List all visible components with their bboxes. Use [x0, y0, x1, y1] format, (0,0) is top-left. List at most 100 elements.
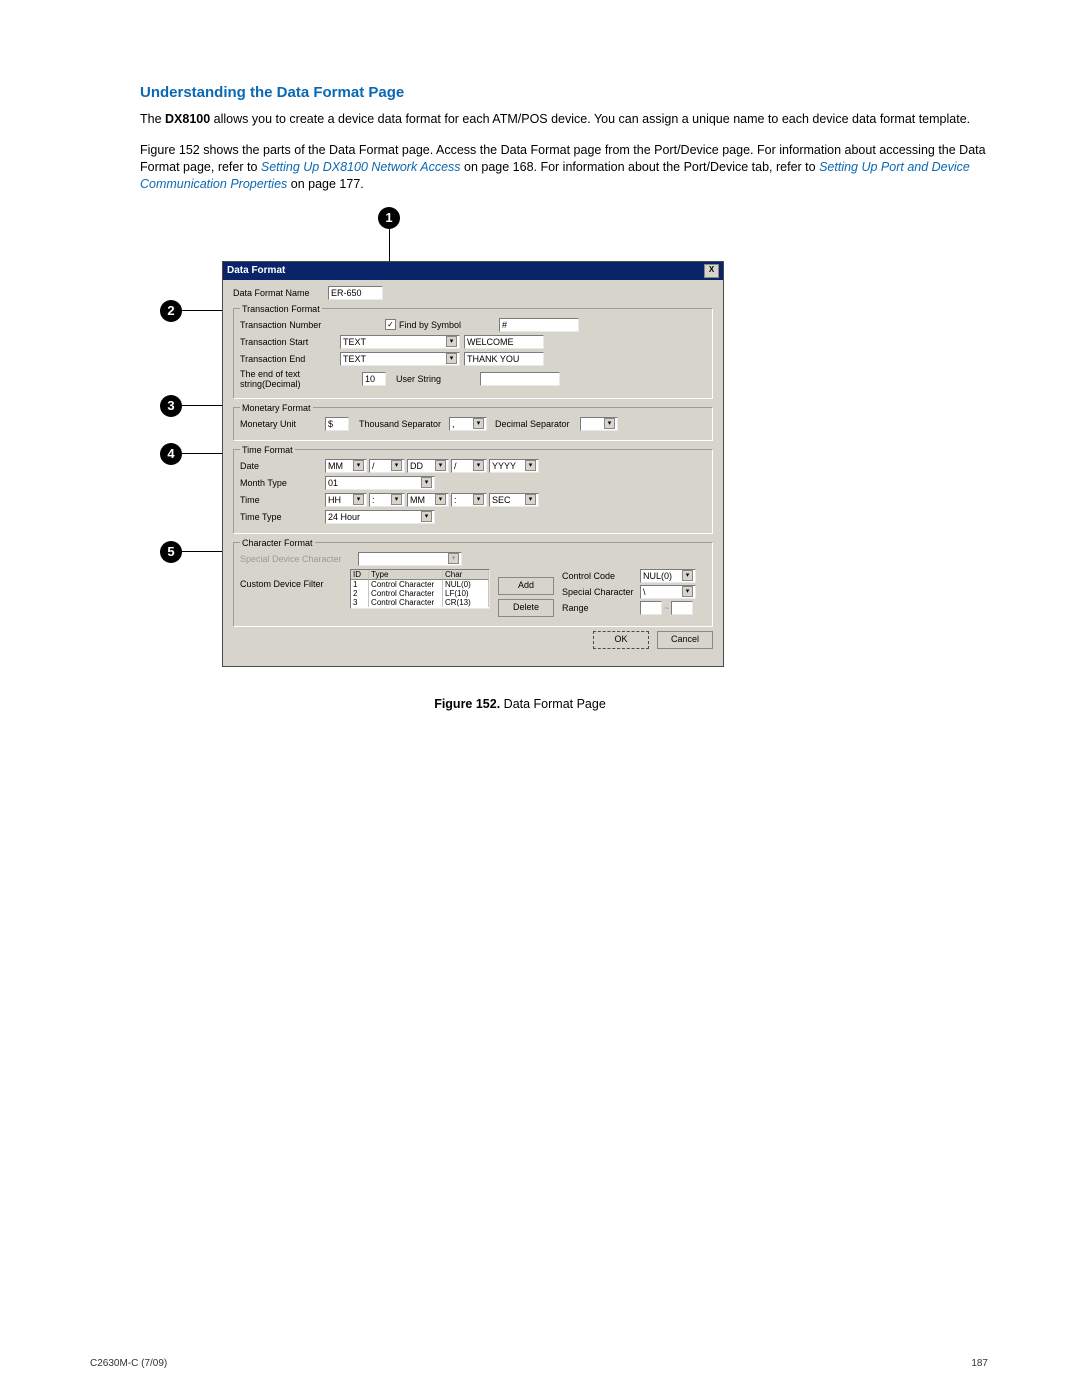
thousand-separator-label: Thousand Separator [359, 419, 449, 429]
transaction-number-label: Transaction Number [240, 320, 355, 330]
data-format-name-label: Data Format Name [233, 288, 328, 298]
transaction-format-group: Transaction Format Transaction Number ✓ … [233, 304, 713, 399]
transaction-start-combo[interactable]: TEXT▾ [340, 335, 460, 349]
date-label: Date [240, 461, 325, 471]
range-from-input [640, 601, 662, 615]
transaction-start-input[interactable]: WELCOME [464, 335, 544, 349]
chevron-down-icon: ▾ [421, 477, 432, 488]
chevron-down-icon: ▾ [353, 460, 364, 471]
callout-2: 2 [160, 300, 227, 322]
chevron-down-icon: ▾ [682, 586, 693, 597]
range-to-input [671, 601, 693, 615]
chevron-down-icon: ▾ [353, 494, 364, 505]
special-device-char-label: Special Device Character [240, 554, 358, 564]
para2-b: on page 168. For information about the P… [461, 160, 820, 174]
monetary-format-group: Monetary Format Monetary Unit $ Thousand… [233, 403, 713, 441]
page-footer: C2630M-C (7/09) 187 [90, 1358, 988, 1369]
time-label: Time [240, 495, 325, 505]
time-part1-combo[interactable]: HH▾ [325, 493, 367, 507]
find-by-symbol-label: Find by Symbol [399, 320, 499, 330]
para1-bold: DX8100 [165, 112, 210, 126]
add-button[interactable]: Add [498, 577, 554, 595]
callout-5-circle: 5 [160, 541, 182, 563]
month-type-label: Month Type [240, 478, 325, 488]
figure-caption-text: Data Format Page [500, 697, 606, 711]
paragraph-1: The DX8100 allows you to create a device… [140, 111, 988, 128]
custom-device-filter-label: Custom Device Filter [240, 569, 350, 589]
section-heading: Understanding the Data Format Page [140, 84, 988, 101]
transaction-end-input[interactable]: THANK YOU [464, 352, 544, 366]
end-of-text-input[interactable]: 10 [362, 372, 386, 386]
para1-rest: allows you to create a device data forma… [210, 112, 970, 126]
table-row[interactable]: 2 Control Character LF(10) [351, 589, 489, 598]
chevron-down-icon: ▾ [446, 353, 457, 364]
callout-3: 3 [160, 395, 227, 417]
table-row[interactable]: 1 Control Character NUL(0) [351, 580, 489, 589]
date-sep1-combo[interactable]: /▾ [369, 459, 405, 473]
range-tilde: ~ [662, 603, 671, 613]
chevron-down-icon: ▾ [391, 460, 402, 471]
time-format-group: Time Format Date MM▾ /▾ DD▾ /▾ YYYY▾ [233, 445, 713, 534]
control-code-combo[interactable]: NUL(0)▾ [640, 569, 696, 583]
callout-3-circle: 3 [160, 395, 182, 417]
th-type: Type [369, 570, 443, 580]
user-string-label: User String [396, 374, 480, 384]
callout-2-line [182, 310, 227, 311]
time-sep2-combo[interactable]: :▾ [451, 493, 487, 507]
time-part2-combo[interactable]: MM▾ [407, 493, 449, 507]
month-type-combo[interactable]: 01▾ [325, 476, 435, 490]
user-string-input[interactable] [480, 372, 560, 386]
th-char: Char [443, 570, 489, 580]
ok-button[interactable]: OK [593, 631, 649, 649]
transaction-start-label: Transaction Start [240, 337, 340, 347]
thousand-separator-combo[interactable]: ,▾ [449, 417, 487, 431]
special-device-char-combo: ▾ [358, 552, 462, 566]
figure-caption: Figure 152. Data Format Page [140, 697, 900, 711]
chevron-down-icon: ▾ [604, 418, 615, 429]
date-part2-combo[interactable]: DD▾ [407, 459, 449, 473]
paragraph-2: Figure 152 shows the parts of the Data F… [140, 142, 988, 193]
monetary-unit-input[interactable]: $ [325, 417, 349, 431]
time-type-combo[interactable]: 24 Hour▾ [325, 510, 435, 524]
date-part1-combo[interactable]: MM▾ [325, 459, 367, 473]
delete-button[interactable]: Delete [498, 599, 554, 617]
footer-left: C2630M-C (7/09) [90, 1358, 167, 1369]
cancel-button[interactable]: Cancel [657, 631, 713, 649]
range-label: Range [562, 603, 640, 613]
end-of-text-label: The end of text string(Decimal) [240, 369, 362, 389]
callout-2-circle: 2 [160, 300, 182, 322]
chevron-down-icon: ▾ [525, 494, 536, 505]
callout-4-circle: 4 [160, 443, 182, 465]
character-format-legend: Character Format [240, 538, 315, 548]
transaction-end-combo[interactable]: TEXT▾ [340, 352, 460, 366]
table-row[interactable]: 3 Control Character CR(13) [351, 598, 489, 607]
data-format-dialog: Data Format X Data Format Name ER-650 Tr… [222, 261, 724, 667]
filter-table[interactable]: ID Type Char 1 Control Character NUL(0) … [350, 569, 490, 609]
date-part3-combo[interactable]: YYYY▾ [489, 459, 539, 473]
callout-4: 4 [160, 443, 227, 465]
chevron-down-icon: ▾ [473, 494, 484, 505]
chevron-down-icon: ▾ [448, 553, 459, 564]
para2-c: on page 177. [287, 177, 363, 191]
time-sep1-combo[interactable]: :▾ [369, 493, 405, 507]
date-sep2-combo[interactable]: /▾ [451, 459, 487, 473]
decimal-separator-label: Decimal Separator [495, 419, 580, 429]
find-by-symbol-input[interactable]: # [499, 318, 579, 332]
decimal-separator-combo[interactable]: ▾ [580, 417, 618, 431]
time-type-label: Time Type [240, 512, 325, 522]
chevron-down-icon: ▾ [682, 570, 693, 581]
dialog-body: Data Format Name ER-650 Transaction Form… [223, 280, 723, 666]
link-network-access[interactable]: Setting Up DX8100 Network Access [261, 160, 461, 174]
chevron-down-icon: ▾ [435, 460, 446, 471]
th-id: ID [351, 570, 369, 580]
chevron-down-icon: ▾ [435, 494, 446, 505]
chevron-down-icon: ▾ [473, 460, 484, 471]
figure-152: 1 2 3 4 5 Data Format X [140, 207, 900, 687]
monetary-unit-label: Monetary Unit [240, 419, 325, 429]
close-button[interactable]: X [704, 264, 719, 278]
special-character-combo[interactable]: \▾ [640, 585, 696, 599]
special-character-label: Special Character [562, 587, 640, 597]
time-part3-combo[interactable]: SEC▾ [489, 493, 539, 507]
data-format-name-input[interactable]: ER-650 [328, 286, 383, 300]
find-by-symbol-checkbox[interactable]: ✓ [385, 319, 396, 330]
